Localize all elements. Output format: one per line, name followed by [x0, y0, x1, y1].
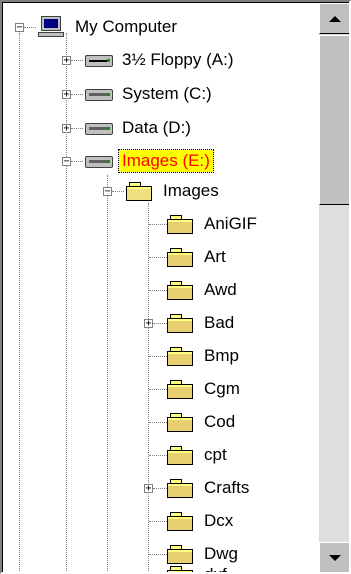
tree-node-label-selected: Images (E:)	[118, 149, 214, 173]
folder-icon	[165, 345, 197, 367]
tree-node-label: 3½ Floppy (A:)	[122, 50, 234, 69]
expand-bad-toggle[interactable]: +	[144, 319, 153, 329]
folder-open-icon	[124, 180, 156, 202]
arrow-up-icon	[328, 15, 341, 22]
tree-node-label: AniGIF	[204, 214, 257, 233]
tree-node-label: Crafts	[204, 478, 250, 497]
tree-guide-line	[66, 33, 67, 572]
tree-guide-line	[19, 33, 20, 572]
tree-node-data-d[interactable]: Data (D:)	[83, 116, 194, 140]
tree-guide-line	[107, 175, 108, 572]
tree-node-label: Art	[204, 247, 226, 266]
tree-node-label: Dcx	[204, 511, 234, 530]
tree-node-label: Awd	[204, 280, 237, 299]
tree-node-folder[interactable]: Cod	[165, 410, 238, 434]
tree-node-label: Images	[163, 181, 219, 200]
tree-node-images-e[interactable]: Images (E:)	[83, 149, 214, 173]
computer-icon	[36, 16, 68, 38]
tree-node-label: System (C:)	[122, 84, 212, 103]
hard-drive-icon	[83, 83, 115, 105]
scrollbar-thumb[interactable]	[319, 35, 349, 205]
tree-pane[interactable]: − My Computer + 3½ Floppy (A:) + System …	[3, 3, 319, 572]
tree-connector	[71, 161, 83, 162]
folder-icon	[165, 411, 197, 433]
folder-icon	[165, 378, 197, 400]
tree-node-label: dxf	[201, 564, 230, 572]
tree-node-folder[interactable]: Awd	[165, 278, 240, 302]
tree-node-folder[interactable]: Bmp	[165, 344, 242, 368]
tree-node-label: cpt	[204, 445, 227, 464]
expand-data-d-toggle[interactable]: +	[62, 124, 71, 134]
hard-drive-icon	[83, 117, 115, 139]
folder-icon	[165, 444, 197, 466]
expand-floppy-toggle[interactable]: +	[62, 56, 71, 66]
folder-icon	[165, 543, 197, 565]
tree-node-label: Cgm	[204, 379, 240, 398]
tree-node-folder[interactable]: Bad	[165, 311, 237, 335]
collapse-images-e-toggle[interactable]: −	[62, 157, 71, 167]
tree-node-label: Bmp	[204, 346, 239, 365]
tree-node-folder[interactable]: Art	[165, 245, 229, 269]
tree-node-folder[interactable]: dxf	[165, 563, 230, 572]
tree-node-label: Bad	[204, 313, 235, 332]
tree-node-folder[interactable]: Crafts	[165, 476, 252, 500]
tree-node-floppy-a[interactable]: 3½ Floppy (A:)	[83, 48, 237, 72]
tree-node-label: Data (D:)	[122, 118, 191, 137]
folder-icon	[165, 246, 197, 268]
tree-node-folder[interactable]: Cgm	[165, 377, 243, 401]
tree-node-system-c[interactable]: System (C:)	[83, 82, 215, 106]
folder-icon	[165, 564, 197, 572]
tree-node-folder[interactable]: AniGIF	[165, 212, 260, 236]
folder-icon	[165, 510, 197, 532]
scroll-up-button[interactable]	[319, 3, 349, 34]
hard-drive-icon	[83, 150, 115, 172]
folder-icon	[165, 279, 197, 301]
tree-node-my-computer[interactable]: My Computer	[36, 15, 180, 39]
arrow-down-icon	[328, 554, 341, 561]
tree-node-label: Cod	[204, 412, 236, 431]
collapse-images-folder-toggle[interactable]: −	[103, 187, 112, 197]
tree-node-folder[interactable]: Dcx	[165, 509, 236, 533]
tree-node-label: Dwg	[204, 544, 239, 563]
tree-connector	[71, 128, 83, 129]
folder-icon	[165, 477, 197, 499]
tree-connector	[71, 94, 83, 95]
expand-crafts-toggle[interactable]: +	[144, 484, 153, 494]
folder-icon	[165, 213, 197, 235]
folder-icon	[165, 312, 197, 334]
tree-connector	[24, 27, 36, 28]
vertical-scrollbar[interactable]	[319, 3, 349, 572]
expand-system-c-toggle[interactable]: +	[62, 90, 71, 100]
tree-connector	[71, 60, 83, 61]
tree-node-label: My Computer	[75, 17, 178, 36]
floppy-drive-icon	[83, 49, 115, 71]
tree-view-frame: − My Computer + 3½ Floppy (A:) + System …	[0, 0, 351, 574]
tree-connector	[112, 191, 124, 192]
tree-view: − My Computer + 3½ Floppy (A:) + System …	[2, 2, 349, 572]
scroll-down-button[interactable]	[319, 542, 349, 572]
collapse-my-computer-toggle[interactable]: −	[15, 23, 24, 33]
tree-node-folder[interactable]: cpt	[165, 443, 230, 467]
tree-node-images-folder[interactable]: Images	[124, 179, 222, 203]
